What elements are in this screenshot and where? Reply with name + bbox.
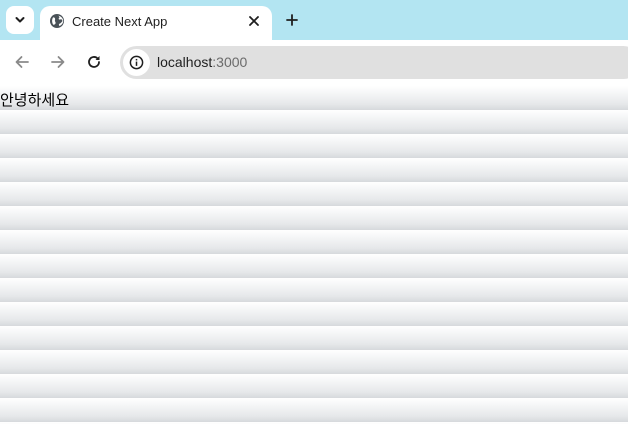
tab-title: Create Next App: [72, 14, 168, 29]
tab-search-button[interactable]: [6, 6, 34, 34]
plus-icon: [286, 14, 298, 26]
close-icon: [249, 16, 259, 26]
globe-icon: [50, 14, 64, 28]
back-button[interactable]: [10, 50, 34, 74]
tab-active[interactable]: Create Next App: [40, 6, 272, 40]
site-info-button[interactable]: [123, 49, 150, 76]
url-port: :3000: [212, 54, 248, 70]
chevron-down-icon: [15, 17, 25, 23]
url-host: localhost: [157, 54, 213, 70]
address-bar[interactable]: localhost:3000: [120, 46, 628, 79]
browser-toolbar: localhost:3000: [0, 40, 628, 85]
reload-button[interactable]: [82, 50, 106, 74]
tab-close-button[interactable]: [246, 13, 262, 29]
arrow-right-icon: [51, 56, 65, 68]
greeting-text: 안녕하세요: [0, 91, 70, 109]
page-content: 안녕하세요: [0, 86, 628, 424]
arrow-left-icon: [15, 56, 29, 68]
info-icon: [129, 55, 144, 70]
url-text[interactable]: localhost:3000: [157, 54, 247, 70]
reload-icon: [88, 56, 100, 68]
new-tab-button[interactable]: [280, 8, 304, 32]
forward-button[interactable]: [46, 50, 70, 74]
tab-strip: Create Next App: [0, 0, 628, 40]
